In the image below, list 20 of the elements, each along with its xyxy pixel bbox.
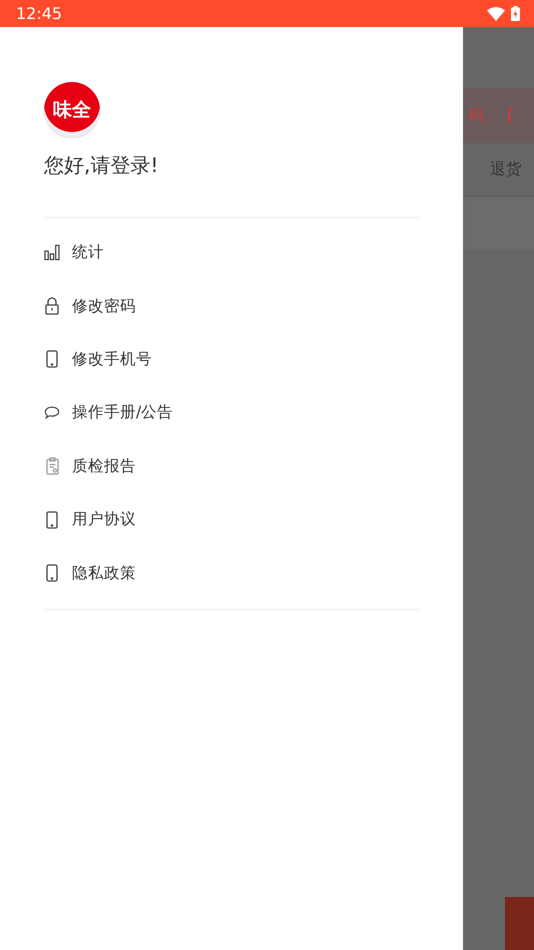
phone-icon [46, 350, 58, 368]
menu-item-label[interactable]: 统计 [72, 242, 104, 264]
lock-icon [45, 297, 59, 316]
phone-icon [46, 510, 58, 529]
speech-bubble-icon [44, 404, 60, 421]
menu-item-label[interactable]: 质检报告 [72, 456, 136, 477]
battery-icon [511, 6, 520, 21]
menu-item-label[interactable]: 用户协议 [72, 509, 136, 530]
wifi-icon [487, 6, 505, 20]
menu-item-label[interactable]: 修改密码 [72, 296, 136, 317]
notice-text: 码，【 [469, 106, 514, 125]
clock-time: 12:45 [16, 4, 62, 23]
phone-icon [46, 564, 58, 582]
menu-item-label[interactable]: 隐私政策 [72, 562, 136, 584]
brand-logo: 味全 [44, 82, 100, 138]
menu-item-label[interactable]: 修改手机号 [72, 348, 152, 370]
bar-chart-icon [44, 244, 60, 262]
menu-item-label[interactable]: 操作手册/公告 [72, 402, 174, 424]
login-greeting[interactable]: 您好,请登录! [44, 152, 463, 179]
clipboard-icon [46, 457, 58, 476]
